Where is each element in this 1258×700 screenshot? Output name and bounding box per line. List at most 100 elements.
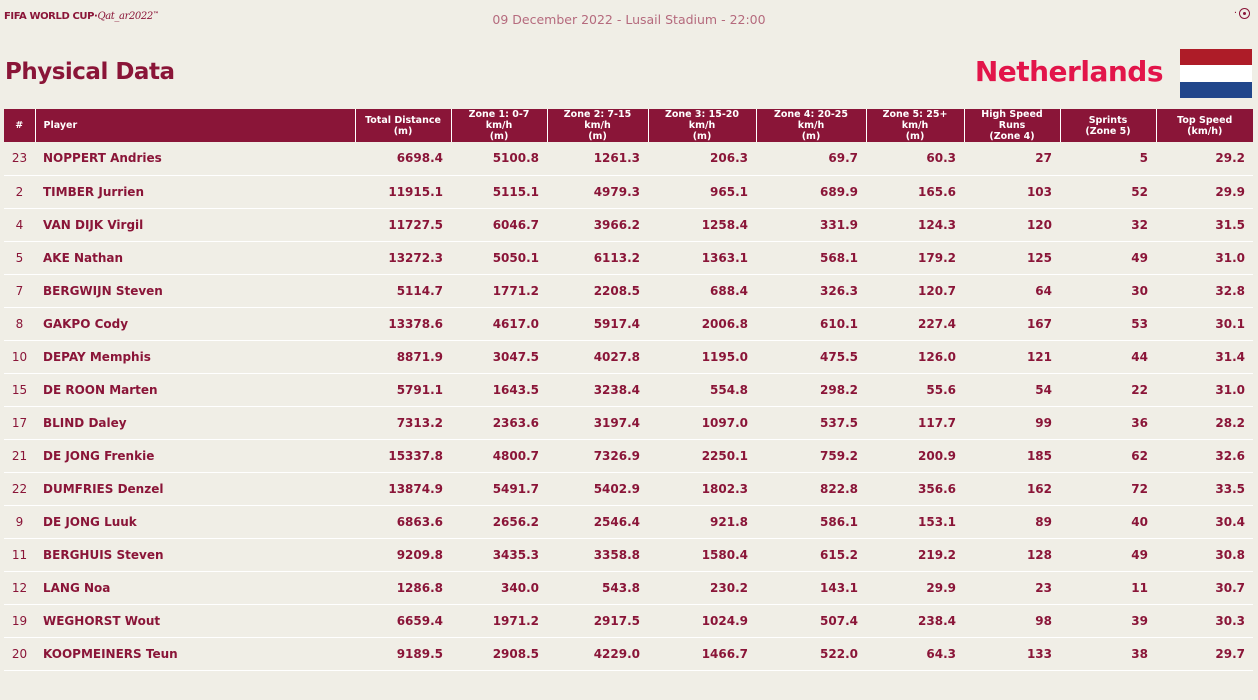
stat-cell: 1466.7 [648, 637, 756, 671]
table-row: 12 LANG Noa 1286.8 340.0 543.8 230.2 143.1 29.9… [4, 571, 1253, 605]
stat-cell: 13272.3 [355, 241, 451, 275]
table-row: 20 KOOPMEINERS Teun 9189.5 2908.5 4229.0 1466… [4, 637, 1253, 671]
shirt-number-cell: 5 [4, 241, 35, 275]
stat-cell: 153.1 [866, 505, 964, 539]
shirt-number-cell: 15 [4, 373, 35, 407]
table-row: 5 AKE Nathan 13272.3 5050.1 6113.2 1363.1 568.… [4, 241, 1253, 275]
stat-cell: 30.4 [1156, 505, 1253, 539]
player-name-cell: LANG Noa [35, 571, 355, 605]
stat-cell: 5115.1 [451, 175, 547, 209]
stat-cell: 52 [1060, 175, 1156, 209]
stat-cell: 921.8 [648, 505, 756, 539]
stat-cell: 4229.0 [547, 637, 648, 671]
stat-cell: 2917.5 [547, 604, 648, 638]
stat-cell: 5 [1060, 142, 1156, 176]
column-header: Zone 5: 25+ km/h (m) [865, 109, 964, 142]
stat-cell: 89 [964, 505, 1060, 539]
player-name-cell: NOPPERT Andries [35, 142, 355, 176]
stat-cell: 5114.7 [355, 274, 451, 308]
table-row: 8 GAKPO Cody 13378.6 4617.0 5917.4 2006.8 610.… [4, 307, 1253, 341]
stat-cell: 3435.3 [451, 538, 547, 572]
player-name-cell: TIMBER Jurrien [35, 175, 355, 209]
stat-cell: 554.8 [648, 373, 756, 407]
stat-cell: 49 [1060, 538, 1156, 572]
stat-cell: 117.7 [866, 406, 964, 440]
stat-cell: 28.2 [1156, 406, 1253, 440]
player-name-cell: WEGHORST Wout [35, 604, 355, 638]
stat-cell: 30.3 [1156, 604, 1253, 638]
table-row: 22 DUMFRIES Denzel 13874.9 5491.7 5402.9 1802… [4, 472, 1253, 506]
shirt-number-cell: 8 [4, 307, 35, 341]
stat-cell: 4617.0 [451, 307, 547, 341]
shirt-number-cell: 21 [4, 439, 35, 473]
stat-cell: 200.9 [866, 439, 964, 473]
stat-cell: 13378.6 [355, 307, 451, 341]
column-header: High Speed Runs (Zone 4) [963, 109, 1060, 142]
stat-cell: 6659.4 [355, 604, 451, 638]
stat-cell: 219.2 [866, 538, 964, 572]
stat-cell: 7326.9 [547, 439, 648, 473]
match-info: 09 December 2022 - Lusail Stadium - 22:0… [492, 12, 766, 27]
stat-cell: 331.9 [756, 208, 866, 242]
player-name-cell: DEPAY Memphis [35, 340, 355, 374]
stat-cell: 133 [964, 637, 1060, 671]
stat-cell: 72 [1060, 472, 1156, 506]
stat-cell: 2006.8 [648, 307, 756, 341]
stat-cell: 3238.4 [547, 373, 648, 407]
stat-cell: 143.1 [756, 571, 866, 605]
stat-cell: 120.7 [866, 274, 964, 308]
team-name: Netherlands [974, 55, 1164, 88]
stat-cell: 1097.0 [648, 406, 756, 440]
stat-cell: 1643.5 [451, 373, 547, 407]
flag-stripe-red [1180, 49, 1252, 66]
stat-cell: 29.9 [1156, 175, 1253, 209]
stat-cell: 120 [964, 208, 1060, 242]
stat-cell: 356.6 [866, 472, 964, 506]
player-name-cell: GAKPO Cody [35, 307, 355, 341]
column-header-label: Total Distance [365, 114, 441, 126]
stat-cell: 69.7 [756, 142, 866, 176]
column-header-label: High Speed Runs [981, 109, 1043, 131]
stat-cell: 125 [964, 241, 1060, 275]
column-header: Zone 2: 7-15 km/h (m) [546, 109, 648, 142]
stat-cell: 1261.3 [547, 142, 648, 176]
fifa-emblem-icon [1239, 8, 1250, 19]
stat-cell: 340.0 [451, 571, 547, 605]
stat-cell: 62 [1060, 439, 1156, 473]
shirt-number-cell: 12 [4, 571, 35, 605]
column-header-unit: (Zone 5) [1085, 125, 1131, 137]
table-row: 19 WEGHORST Wout 6659.4 1971.2 2917.5 1024.9 5… [4, 604, 1253, 638]
column-header-label: Zone 2: 7-15 km/h [563, 109, 632, 131]
header-row: # Player Total Distance (m) Zone 1: 0-7 km/h… [4, 109, 1253, 142]
stat-cell: 2656.2 [451, 505, 547, 539]
stat-cell: 185 [964, 439, 1060, 473]
table-row: 17 BLIND Daley 7313.2 2363.6 3197.4 1097.0 537… [4, 406, 1253, 440]
player-name-cell: BLIND Daley [35, 406, 355, 440]
column-header-unit: (m) [489, 131, 509, 142]
column-header: Top Speed (km/h) [1155, 109, 1253, 142]
stat-cell: 1363.1 [648, 241, 756, 275]
shirt-number-cell: 9 [4, 505, 35, 539]
stat-cell: 30.1 [1156, 307, 1253, 341]
shirt-number-cell: 23 [4, 142, 35, 176]
table-row: 7 BERGWIJN Steven 5114.7 1771.2 2208.5 688.4 3… [4, 274, 1253, 308]
stat-cell: 54 [964, 373, 1060, 407]
shirt-number-cell: 7 [4, 274, 35, 308]
stat-cell: 121 [964, 340, 1060, 374]
stat-cell: 9189.5 [355, 637, 451, 671]
stat-cell: 32.8 [1156, 274, 1253, 308]
stat-cell: 29.7 [1156, 637, 1253, 671]
stat-cell: 822.8 [756, 472, 866, 506]
stat-cell: 1286.8 [355, 571, 451, 605]
stat-cell: 99 [964, 406, 1060, 440]
table-row: 23 NOPPERT Andries 6698.4 5100.8 1261.3 206.3… [4, 142, 1253, 176]
stat-cell: 165.6 [866, 175, 964, 209]
stat-cell: 32 [1060, 208, 1156, 242]
stat-cell: 2250.1 [648, 439, 756, 473]
stat-cell: 227.4 [866, 307, 964, 341]
stat-cell: 238.4 [866, 604, 964, 638]
netherlands-flag [1180, 49, 1252, 98]
stat-cell: 7313.2 [355, 406, 451, 440]
stat-cell: 38 [1060, 637, 1156, 671]
stat-cell: 5100.8 [451, 142, 547, 176]
